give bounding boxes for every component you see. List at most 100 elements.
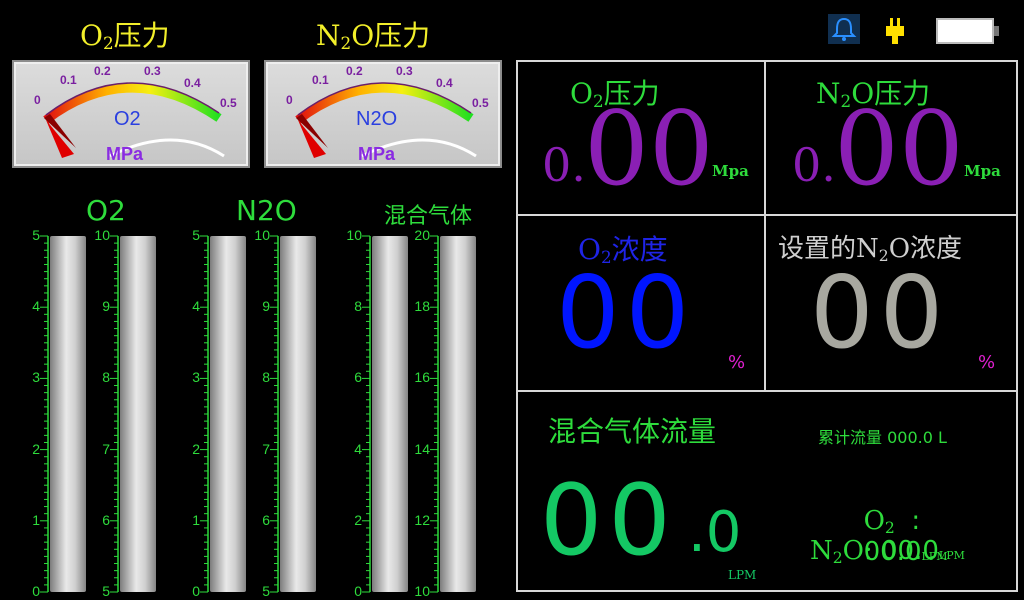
o2-pressure-cell: O2压力 0. 00 Mpa — [516, 60, 766, 216]
bar-scale-label: 5 — [32, 227, 40, 243]
tick-label: 0.5 — [220, 96, 237, 110]
tick-label: 0.3 — [144, 64, 161, 78]
n2o-pressure-cell: N2O压力 0. 00 Mpa — [764, 60, 1018, 216]
tick-label: 0.5 — [472, 96, 489, 110]
cumulative-flow-unit: L — [938, 428, 947, 447]
mix-flow-value: 00 — [540, 464, 677, 578]
n2o-set-concentration-value: 00 — [810, 254, 950, 371]
tick-label: 0.2 — [94, 64, 111, 78]
bar-scale-ticks — [362, 235, 371, 593]
n2o-pressure-unit: Mpa — [964, 162, 1001, 180]
title-part: O压力 — [351, 19, 431, 52]
bar-scale-label: 9 — [262, 298, 270, 315]
bar-tube — [210, 236, 246, 592]
o2-pressure-gauge: 0 0.1 0.2 0.3 0.4 0.5 O2 MPa — [12, 60, 250, 168]
gauge-unit: MPa — [358, 144, 396, 164]
readings-panel: O2压力 0. 00 Mpa N2O压力 0. 00 Mpa O2浓度 00 %… — [516, 60, 1018, 592]
bar-scale-label: 7 — [262, 440, 270, 457]
o2-pressure-small-digits: 0. — [542, 138, 586, 192]
bar-scale-label: 10 — [346, 227, 362, 243]
title-part: O — [863, 506, 885, 536]
bar-scale-label: 5 — [102, 583, 110, 599]
n2o-flow-readout: N2O: 00.0LPM — [810, 536, 965, 567]
title-sub: 2 — [340, 33, 352, 54]
cumulative-flow: 累计流量 000.0 L — [818, 424, 947, 448]
bar-scale-label: 2 — [32, 440, 40, 457]
bar-scale-label: 5 — [192, 227, 200, 243]
bar-scale-label: 0 — [354, 583, 362, 599]
mix-flow-decimal: .0 — [688, 500, 742, 565]
mix-gas-bars-label: 混合气体 — [384, 204, 473, 229]
n2o-set-concentration-unit: % — [978, 352, 996, 373]
tick-label: 0 — [34, 93, 41, 107]
bar-scale-label: 10 — [94, 227, 110, 243]
o2-pressure-value: 00 — [584, 90, 714, 209]
bar-tube — [120, 236, 156, 592]
title-sub: 2 — [884, 518, 895, 537]
n2o-pressure-gauge: 0 0.1 0.2 0.3 0.4 0.5 N2O MPa — [264, 60, 502, 168]
bar-scale-label: 6 — [262, 511, 270, 528]
bar-scale-label: 4 — [32, 298, 40, 315]
tick-label: 0.4 — [436, 76, 453, 90]
o2-bars-label: O2 — [86, 194, 126, 227]
bar-tube — [372, 236, 408, 592]
mix-flow-unit: LPM — [728, 568, 757, 582]
tick-label: 0.1 — [312, 73, 329, 87]
bar-tube — [440, 236, 476, 592]
bar-scale-label: 8 — [102, 369, 110, 386]
bar-scale-label: 0 — [192, 583, 200, 599]
gauge-gas-label: N2O — [356, 108, 397, 130]
bar-scale-label: 3 — [192, 369, 200, 386]
n2o-set-concentration-cell: 设置的N2O浓度 00 % — [764, 214, 1018, 392]
title-part: 压力 — [113, 19, 170, 52]
bar-scale-ticks — [200, 235, 209, 593]
bar-scale-label: 4 — [354, 440, 362, 457]
bar-scale-label: 3 — [32, 369, 40, 386]
o2-concentration-cell: O2浓度 00 % — [516, 214, 766, 392]
o2-flow-separator: : — [894, 506, 921, 536]
bar-scale-label: 2 — [354, 511, 362, 528]
n2o-pressure-value: 00 — [834, 90, 964, 209]
o2-gauge-dial: 0 0.1 0.2 0.3 0.4 0.5 O2 MPa — [34, 64, 237, 164]
mix-flow-cell: 混合气体流量 累计流量 000.0 L 00 .0 LPM O2 : 00.0L… — [516, 390, 1018, 592]
battery-icon — [936, 18, 1002, 48]
n2o-pressure-gauge-title: N2O压力 — [316, 14, 430, 54]
bar-scale-label: 8 — [262, 369, 270, 386]
gauge-gas-label: O2 — [114, 108, 141, 130]
bar-tube — [280, 236, 316, 592]
tick-label: 0.3 — [396, 64, 413, 78]
bar-scale-ticks — [40, 235, 49, 593]
bar-scale-ticks — [110, 235, 119, 593]
tick-label: 0.2 — [346, 64, 363, 78]
title-part: N — [316, 19, 341, 52]
gauge-unit: MPa — [106, 144, 144, 164]
bar-scale-label: 4 — [192, 298, 200, 315]
o2-pressure-gauge-title: O2压力 — [80, 14, 170, 54]
bar-scale-label: 8 — [354, 298, 362, 315]
bar-scale-label: 1 — [192, 511, 200, 528]
bar-scale-label: 10 — [254, 227, 270, 243]
o2-concentration-value: 00 — [556, 254, 696, 371]
bar-scale-label: 6 — [354, 369, 362, 386]
n2o-flow-unit: LPM — [938, 549, 965, 562]
bar-scale-label: 1 — [32, 511, 40, 528]
cumulative-flow-value: 000.0 — [887, 428, 933, 447]
bar-scale-label: 12 — [414, 511, 430, 528]
tick-label: 0 — [286, 93, 293, 107]
cumulative-flow-label: 累计流量 — [818, 428, 883, 447]
bar-scale-label: 0 — [32, 583, 40, 599]
bar-scale-label: 18 — [414, 298, 430, 315]
bar-scale-ticks — [430, 235, 439, 593]
tick-label: 0.4 — [184, 76, 201, 90]
title-part: O: — [842, 536, 873, 566]
n2o-gauge-dial: 0 0.1 0.2 0.3 0.4 0.5 N2O MPa — [286, 64, 489, 164]
bell-icon[interactable] — [828, 14, 860, 44]
title-part: N — [810, 536, 833, 566]
bar-scale-label: 7 — [102, 440, 110, 457]
bar-scale-label: 20 — [414, 227, 430, 243]
bar-scale-label: 16 — [414, 369, 430, 386]
title-sub: 2 — [102, 33, 114, 54]
o2-pressure-unit: Mpa — [712, 162, 749, 180]
bar-scale-label: 9 — [102, 298, 110, 315]
bar-scale-ticks — [270, 235, 279, 593]
